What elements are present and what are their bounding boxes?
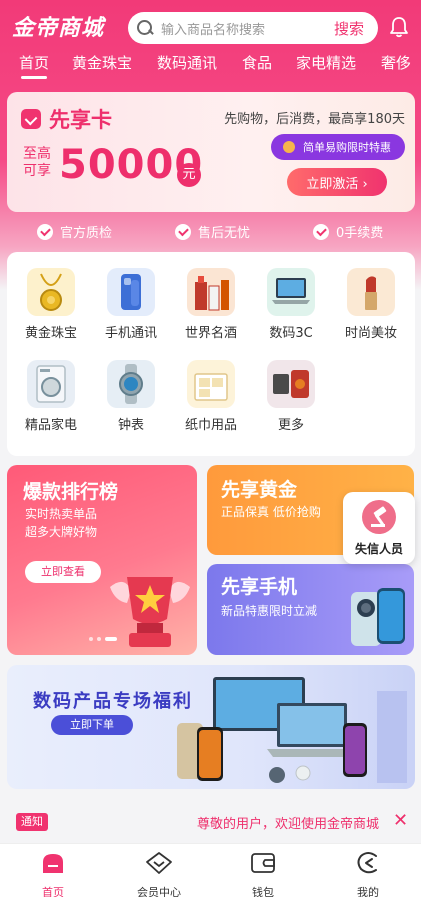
search-input[interactable]: 输入商品名称搜索 — [161, 19, 334, 38]
category-digital[interactable]: 数码3C — [255, 268, 327, 341]
vip-card-title: 先享卡 — [21, 104, 112, 134]
vip-card-desc: 先购物，后消费，最高享180天 — [224, 112, 405, 127]
category-grid: 黄金珠宝 手机通讯 世界名酒 数码3C 时尚美妆 精品家电 钟表 纸巾用品 更多 — [7, 252, 415, 456]
nav-tab-home[interactable]: 首页 — [19, 52, 49, 79]
category-liquor[interactable]: 世界名酒 — [175, 268, 247, 341]
trophy-icon — [110, 577, 190, 647]
guarantee-item: 0手续费 — [313, 222, 383, 241]
profile-icon — [357, 852, 377, 874]
nav-tab-appliances[interactable]: 家电精选 — [296, 52, 356, 73]
phone-promo-panel[interactable]: 先享手机 新品特惠限时立减 — [207, 564, 414, 655]
gold-promo-title: 先享黄金 — [221, 479, 298, 501]
notice-tag: 通知 — [16, 813, 48, 831]
lipstick-icon — [347, 268, 395, 316]
watch-icon — [107, 360, 155, 408]
hot-ranking-panel[interactable]: 爆款排行榜 实时热卖单品 超多大牌好物 立即查看 — [7, 465, 197, 655]
view-now-button[interactable]: 立即查看 — [25, 561, 101, 583]
category-phone[interactable]: 手机通讯 — [95, 268, 167, 341]
category-cosmetics[interactable]: 时尚美妆 — [335, 268, 407, 341]
tissue-icon — [187, 360, 235, 408]
tab-mine[interactable]: 我的 — [333, 850, 403, 897]
nav-tab-luxury[interactable]: 奢侈 — [381, 52, 411, 73]
category-nav: 首页 黄金珠宝 数码通讯 食品 家电精选 奢侈 — [0, 48, 421, 82]
ranking-subtitle: 实时热卖单品 超多大牌好物 — [25, 507, 98, 539]
category-more[interactable]: 更多 — [255, 360, 327, 433]
ranking-title: 爆款排行榜 — [23, 481, 119, 503]
check-circle-icon — [313, 223, 329, 240]
smartphone-icon — [107, 268, 155, 316]
activate-button[interactable]: 立即激活 › — [287, 168, 387, 196]
promo-bubble: 简单易购限时特惠 — [271, 134, 405, 160]
guarantee-item: 售后无忧 — [175, 222, 250, 241]
phone-promo-title: 先享手机 — [221, 576, 298, 598]
vip-upto-label: 至高可享 — [23, 146, 51, 179]
digital-products-banner[interactable]: 数码产品专场福利 立即下单 — [7, 665, 415, 789]
search-icon — [137, 20, 153, 36]
vip-card[interactable]: 先享卡 先购物，后消费，最高享180天 至高可享 50000 元 简单易购限时特… — [7, 92, 415, 212]
notice-text: 尊敬的用户，欢迎使用金帝商城 — [197, 817, 380, 832]
carousel-indicator — [89, 637, 117, 641]
nav-tab-digital[interactable]: 数码通讯 — [157, 52, 217, 73]
category-tissue[interactable]: 纸巾用品 — [175, 360, 247, 433]
gold-promo-subtitle: 正品保真 低价抢购 — [221, 505, 321, 519]
dishonest-persons-button[interactable]: 失信人员 — [343, 492, 415, 564]
more-icon — [267, 360, 315, 408]
category-gold[interactable]: 黄金珠宝 — [15, 268, 87, 341]
nav-tab-food[interactable]: 食品 — [242, 52, 272, 73]
guarantee-row: 官方质检 售后无忧 0手续费 — [0, 220, 421, 244]
coin-icon — [283, 141, 295, 153]
category-appliance[interactable]: 精品家电 — [15, 360, 87, 433]
nav-tab-gold[interactable]: 黄金珠宝 — [72, 52, 132, 73]
bell-icon[interactable] — [389, 16, 409, 38]
diamond-icon — [146, 852, 172, 874]
vip-unit-badge: 元 — [177, 163, 201, 187]
gold-necklace-icon — [27, 268, 75, 316]
digital-products-image — [177, 677, 407, 783]
wallet-icon — [251, 853, 275, 873]
category-watch[interactable]: 钟表 — [95, 360, 167, 433]
phone-promo-subtitle: 新品特惠限时立减 — [221, 604, 318, 618]
notice-bar: 通知 尊敬的用户，欢迎使用金帝商城 ✕ — [0, 806, 421, 838]
order-now-button[interactable]: 立即下单 — [51, 715, 133, 735]
tab-home[interactable]: 首页 — [18, 850, 88, 897]
heart-check-icon — [21, 109, 41, 129]
search-button[interactable]: 搜索 — [334, 18, 364, 39]
gavel-icon — [362, 500, 396, 534]
check-circle-icon — [37, 223, 53, 240]
liquor-icon — [187, 268, 235, 316]
tab-member-center[interactable]: 会员中心 — [124, 850, 194, 897]
header: 金帝商城 输入商品名称搜索 搜索 — [0, 0, 421, 48]
check-circle-icon — [175, 223, 191, 240]
tab-wallet[interactable]: 钱包 — [228, 850, 298, 897]
bottom-tab-bar: 首页 会员中心 钱包 我的 — [0, 843, 421, 897]
app-logo[interactable]: 金帝商城 — [12, 10, 104, 42]
washing-machine-icon — [27, 360, 75, 408]
search-bar[interactable]: 输入商品名称搜索 搜索 — [128, 12, 378, 44]
close-icon[interactable]: ✕ — [393, 810, 408, 831]
guarantee-item: 官方质检 — [37, 222, 112, 241]
laptop-icon — [267, 268, 315, 316]
phone-product-image — [351, 588, 405, 646]
home-icon — [43, 854, 63, 873]
